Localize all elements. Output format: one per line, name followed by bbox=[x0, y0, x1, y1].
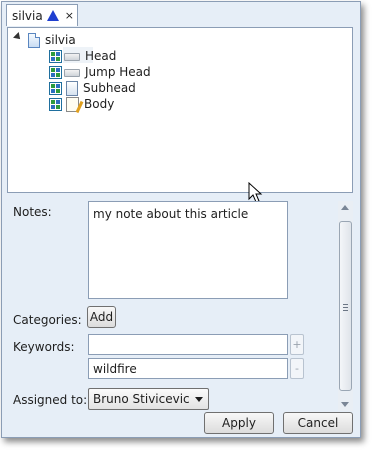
scroll-down-icon[interactable] bbox=[341, 402, 349, 407]
tree-item-label: Subhead bbox=[83, 81, 136, 95]
keyword-input[interactable] bbox=[88, 334, 288, 355]
document-icon bbox=[28, 32, 40, 48]
assigned-to-value: Bruno Stivicevic bbox=[93, 392, 190, 406]
keywords-label: Keywords: bbox=[13, 340, 75, 354]
form-scrollbar[interactable] bbox=[338, 201, 353, 411]
add-category-button[interactable]: Add bbox=[87, 306, 116, 328]
scroll-up-icon[interactable] bbox=[341, 205, 349, 210]
subhead-icon bbox=[66, 80, 78, 96]
keyword-field[interactable] bbox=[88, 358, 288, 379]
chevron-down-icon bbox=[195, 397, 203, 402]
remove-keyword-button[interactable]: - bbox=[290, 358, 304, 379]
triangle-icon bbox=[46, 10, 59, 21]
tree-root-label: silvia bbox=[45, 33, 76, 47]
notes-label: Notes: bbox=[13, 205, 52, 219]
body-text-icon bbox=[66, 96, 79, 112]
layout-icon bbox=[49, 65, 62, 79]
close-icon[interactable]: × bbox=[65, 10, 74, 21]
assigned-to-label: Assigned to: bbox=[13, 393, 88, 407]
grip-icon bbox=[343, 304, 348, 311]
layout-icon bbox=[49, 49, 62, 63]
add-keyword-button[interactable]: + bbox=[290, 334, 304, 355]
article-panel: silvia × silvia Head Jump Head Subhead B… bbox=[1, 1, 361, 438]
tree-root[interactable]: silvia bbox=[28, 32, 76, 48]
layout-icon bbox=[49, 81, 62, 95]
apply-button[interactable]: Apply bbox=[204, 412, 274, 434]
layout-icon bbox=[49, 97, 62, 111]
tree-item-label: Head bbox=[85, 49, 117, 63]
tab-label: silvia bbox=[12, 8, 43, 23]
tree-item-subhead[interactable]: Subhead bbox=[49, 80, 136, 96]
tree-item-head[interactable]: Head bbox=[49, 48, 116, 64]
tree-item-body[interactable]: Body bbox=[49, 96, 114, 112]
expand-arrow-icon[interactable] bbox=[13, 32, 23, 42]
head-icon bbox=[64, 53, 80, 61]
article-tree[interactable]: silvia Head Jump Head Subhead Body bbox=[7, 27, 353, 203]
scroll-thumb[interactable] bbox=[339, 221, 352, 391]
categories-label: Categories: bbox=[13, 313, 82, 327]
head-icon bbox=[64, 69, 80, 77]
tree-item-jump-head[interactable]: Jump Head bbox=[49, 64, 151, 80]
tab-silvia[interactable]: silvia × bbox=[6, 4, 78, 26]
assigned-to-dropdown[interactable]: Bruno Stivicevic bbox=[88, 388, 209, 410]
cancel-button[interactable]: Cancel bbox=[283, 412, 353, 434]
tree-item-label: Body bbox=[84, 97, 115, 111]
notes-field[interactable]: my note about this article bbox=[88, 201, 288, 299]
tree-item-label: Jump Head bbox=[85, 65, 151, 79]
